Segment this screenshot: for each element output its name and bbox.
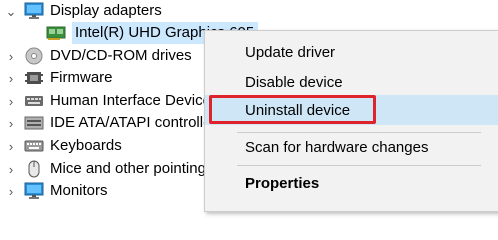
tree-item-label: Display adapters bbox=[50, 2, 162, 19]
display-adapter-icon bbox=[46, 26, 66, 40]
menu-item-update-driver[interactable]: Update driver bbox=[205, 37, 498, 67]
mouse-icon bbox=[28, 160, 40, 178]
menu-separator bbox=[237, 165, 481, 166]
menu-item-label: Uninstall device bbox=[245, 101, 351, 119]
tree-item-label: Monitors bbox=[50, 182, 108, 199]
menu-item-disable-device[interactable]: Disable device bbox=[205, 67, 498, 97]
tree-item-label: DVD/CD-ROM drives bbox=[50, 47, 192, 64]
menu-item-label: Scan for hardware changes bbox=[245, 138, 429, 156]
firmware-icon bbox=[25, 72, 43, 84]
disc-drive-icon bbox=[25, 47, 43, 65]
tree-item-display-adapters[interactable]: ⌄ Display adapters bbox=[0, 0, 498, 22]
chevron-right-icon[interactable]: › bbox=[4, 162, 18, 176]
tree-item-label: Human Interface Device bbox=[50, 92, 211, 109]
context-menu: Update driver Disable device Uninstall d… bbox=[204, 30, 498, 212]
hid-icon bbox=[25, 96, 43, 106]
menu-item-properties[interactable]: Properties bbox=[205, 168, 498, 198]
ide-controller-icon bbox=[24, 116, 44, 130]
chevron-right-icon[interactable]: › bbox=[4, 139, 18, 153]
tree-item-label: Keyboards bbox=[50, 137, 122, 154]
chevron-down-icon[interactable]: ⌄ bbox=[4, 4, 18, 18]
menu-item-label: Update driver bbox=[245, 43, 336, 61]
menu-item-uninstall-device[interactable]: Uninstall device bbox=[205, 95, 498, 125]
chevron-right-icon[interactable]: › bbox=[4, 71, 18, 85]
tree-item-label: Firmware bbox=[50, 69, 113, 86]
tree-item-label: Mice and other pointing bbox=[50, 160, 206, 177]
menu-item-scan-hardware[interactable]: Scan for hardware changes bbox=[205, 132, 498, 162]
chevron-right-icon[interactable]: › bbox=[4, 116, 18, 130]
menu-item-label: Disable device bbox=[245, 73, 343, 91]
chevron-right-icon[interactable]: › bbox=[4, 184, 18, 198]
keyboard-icon bbox=[24, 140, 44, 152]
menu-item-label: Properties bbox=[245, 174, 320, 192]
tree-item-label: IDE ATA/ATAPI controller bbox=[50, 114, 217, 131]
monitor-icon bbox=[24, 2, 44, 19]
chevron-right-icon[interactable]: › bbox=[4, 49, 18, 63]
chevron-right-icon[interactable]: › bbox=[4, 94, 18, 108]
monitor-icon bbox=[24, 182, 44, 199]
